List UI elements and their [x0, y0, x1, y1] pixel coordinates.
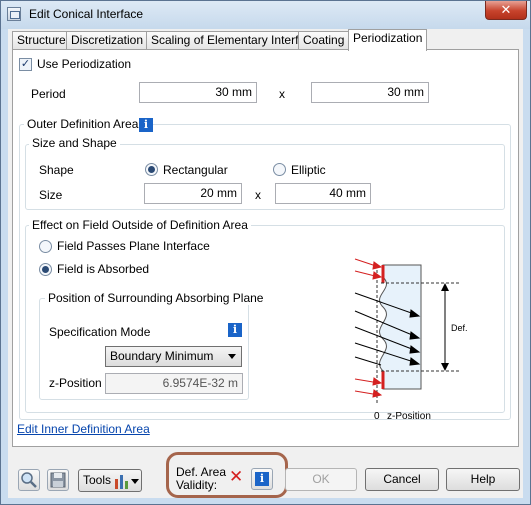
- size-x-input[interactable]: 20 mm: [144, 183, 242, 204]
- spec-mode-value: Boundary Minimum: [110, 349, 214, 363]
- field-passes-label: Field Passes Plane Interface: [57, 239, 210, 253]
- zpos-input[interactable]: 6.9574E-32 m: [105, 373, 243, 394]
- field-absorbed-label: Field is Absorbed: [57, 262, 150, 276]
- tools-button[interactable]: Tools: [78, 469, 142, 492]
- diagram-def-area-text: Def. Area: [451, 323, 467, 333]
- tools-label: Tools: [83, 473, 112, 487]
- elliptic-label: Elliptic: [291, 163, 326, 177]
- spec-mode-select[interactable]: Boundary Minimum: [105, 346, 242, 367]
- diagram-zero-label: 0: [374, 411, 380, 422]
- period-x-input[interactable]: 30 mm: [139, 82, 257, 103]
- rectangular-label: Rectangular: [163, 163, 228, 177]
- size-shape-group: [25, 144, 505, 210]
- spec-mode-info-icon[interactable]: i: [228, 323, 242, 337]
- tab-periodization[interactable]: Periodization: [348, 29, 428, 51]
- zoom-button[interactable]: [18, 469, 40, 491]
- field-absorbed-radio[interactable]: [39, 263, 52, 276]
- tab-coating[interactable]: Coating: [298, 31, 350, 50]
- use-periodization-checkbox[interactable]: ✓: [19, 58, 32, 71]
- diagram-def-area-label: Def. Area: [451, 323, 467, 333]
- outer-definition-title: Outer Definition Area: [24, 117, 142, 131]
- period-y-input[interactable]: 30 mm: [311, 82, 429, 103]
- save-button[interactable]: [47, 469, 69, 491]
- dialog-window: Edit Conical Interface ✕ Structure Discr…: [0, 0, 531, 505]
- ok-button[interactable]: OK: [285, 468, 357, 491]
- field-passes-radio[interactable]: [39, 240, 52, 253]
- elliptic-radio[interactable]: [273, 163, 286, 176]
- period-label: Period: [31, 87, 66, 101]
- size-y-input[interactable]: 40 mm: [275, 183, 371, 204]
- validity-info-icon: i: [255, 472, 269, 486]
- effect-title: Effect on Field Outside of Definition Ar…: [29, 218, 251, 232]
- size-separator: x: [255, 188, 261, 202]
- zpos-label: z-Position: [49, 376, 102, 390]
- cancel-button[interactable]: Cancel: [365, 468, 439, 491]
- tools-icon: [115, 475, 139, 489]
- shape-label: Shape: [39, 163, 74, 177]
- chevron-down-icon: [228, 354, 236, 359]
- tab-structure[interactable]: Structure: [12, 31, 71, 50]
- periodization-panel: ✓ Use Periodization Period 30 mm x 30 mm…: [12, 49, 519, 447]
- app-window-icon: [7, 7, 21, 21]
- floppy-disk-icon: [50, 472, 66, 488]
- title-bar: Edit Conical Interface ✕: [1, 1, 530, 29]
- diagram-zpos-label: z-Position: [387, 411, 431, 422]
- size-label: Size: [39, 188, 63, 202]
- help-button[interactable]: Help: [446, 468, 520, 491]
- tab-scaling[interactable]: Scaling of Elementary Interface: [146, 31, 323, 50]
- conical-interface-diagram: Def. Area 0 z-Position: [354, 258, 467, 422]
- close-button[interactable]: ✕: [485, 1, 527, 20]
- window-title: Edit Conical Interface: [29, 7, 144, 21]
- magnifier-icon: [21, 472, 37, 488]
- absorbing-plane-title: Position of Surrounding Absorbing Plane: [45, 291, 267, 305]
- diagram-arrow-down: [441, 363, 449, 371]
- tab-discretization[interactable]: Discretization: [66, 31, 149, 50]
- diagram-arrow-up: [441, 283, 449, 291]
- diagram-body: [379, 264, 422, 390]
- period-separator: x: [279, 87, 285, 101]
- dialog-client: Structure Discretization Scaling of Elem…: [8, 29, 523, 498]
- use-periodization-label: Use Periodization: [37, 57, 132, 71]
- edit-inner-area-link[interactable]: Edit Inner Definition Area: [17, 422, 150, 436]
- size-shape-title: Size and Shape: [29, 136, 120, 150]
- validity-info-button[interactable]: i: [251, 468, 273, 490]
- outer-info-icon[interactable]: i: [139, 118, 153, 132]
- validity-x-icon: ✕: [229, 467, 244, 486]
- spec-mode-label: Specification Mode: [49, 325, 151, 339]
- rectangular-radio[interactable]: [145, 163, 158, 176]
- validity-label: Def. Area Validity:: [176, 465, 227, 492]
